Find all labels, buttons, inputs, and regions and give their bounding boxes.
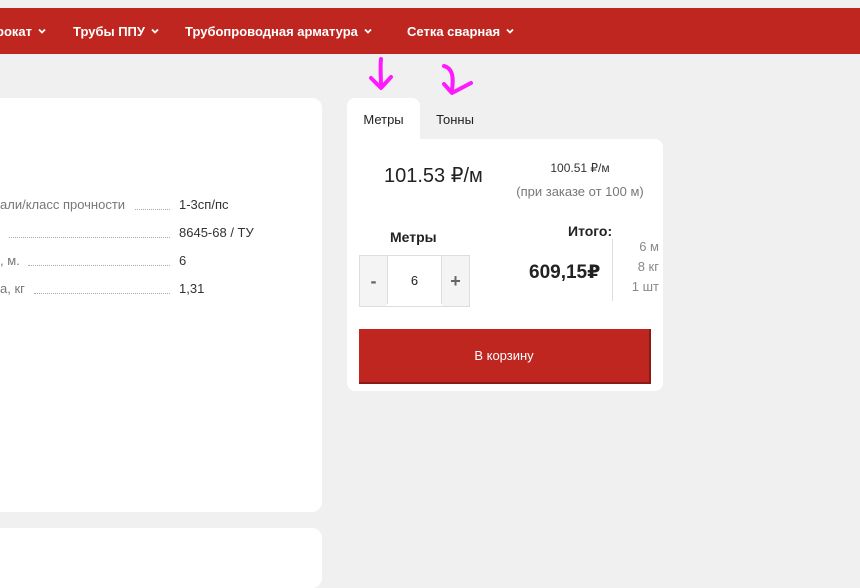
secondary-card (0, 528, 322, 588)
quantity-label: Метры (390, 229, 437, 245)
spec-value: 1-3сп/пс (179, 197, 229, 212)
spec-row: али/класс прочности 1-3сп/пс (0, 197, 320, 217)
arrow-down-icon (369, 57, 393, 90)
nav-item-label: Трубы ППУ (73, 23, 145, 39)
total-label: Итого: (568, 223, 613, 239)
bulk-price-note: (при заказе от 100 м) (516, 184, 644, 199)
chevron-down-icon (150, 26, 160, 36)
spec-value: 6 (179, 253, 187, 268)
bulk-price: 100.51 ₽/м (550, 161, 610, 175)
nav-item-label: Сетка сварная (407, 23, 501, 39)
spec-label: али/класс прочности (0, 197, 126, 212)
spec-label: , м. (0, 253, 20, 268)
spec-row: 8645-68 / ТУ (0, 225, 320, 245)
nav-item-welded-mesh[interactable]: Сетка сварная (407, 8, 515, 54)
chevron-down-icon (505, 26, 515, 36)
nav-item-ppu-pipes[interactable]: Трубы ППУ (73, 8, 160, 54)
nav-item-label: Трубопроводная арматура (185, 23, 358, 39)
chevron-down-icon (363, 26, 373, 36)
spec-dots (28, 265, 170, 266)
top-nav: рокат Трубы ППУ Трубопроводная арматура … (0, 8, 860, 54)
divider (612, 239, 613, 301)
spec-row: а, кг 1,31 (0, 281, 320, 301)
increment-button[interactable]: + (442, 256, 469, 306)
nav-item-prokat[interactable]: рокат (0, 8, 47, 54)
spec-value: 8645-68 / ТУ (179, 225, 254, 240)
order-card: 101.53 ₽/м 100.51 ₽/м (при заказе от 100… (347, 139, 663, 391)
quantity-input[interactable] (387, 256, 442, 304)
spec-dots (34, 293, 170, 294)
specs-card: али/класс прочности 1-3сп/пс 8645-68 / Т… (0, 98, 322, 512)
spec-row: , м. 6 (0, 253, 320, 273)
total-value: 609,15₽ (529, 262, 601, 283)
decrement-button[interactable]: - (360, 256, 387, 306)
tab-tons[interactable]: Тонны (425, 98, 485, 140)
tab-label: Метры (363, 111, 404, 127)
chevron-down-icon (37, 26, 47, 36)
nav-item-label: рокат (0, 23, 32, 39)
unit-kg: 8 кг (637, 259, 659, 274)
spec-dots (135, 209, 170, 210)
tab-meters[interactable]: Метры (347, 98, 420, 140)
spec-dots (9, 237, 170, 238)
add-to-cart-button[interactable]: В корзину (359, 329, 651, 384)
nav-item-pipeline-fittings[interactable]: Трубопроводная арматура (185, 8, 373, 54)
tab-label: Тонны (436, 111, 474, 127)
total-units: 6 м 8 кг 1 шт (615, 237, 659, 297)
quantity-stepper: - + (359, 255, 470, 307)
unit-meters: 6 м (639, 239, 659, 254)
add-to-cart-label: В корзину (474, 348, 534, 363)
spec-value: 1,31 (179, 281, 205, 296)
arrow-down-icon (442, 64, 473, 95)
unit-price: 101.53 ₽/м (384, 165, 483, 187)
spec-label: а, кг (0, 281, 25, 296)
unit-pieces: 1 шт (631, 279, 659, 294)
